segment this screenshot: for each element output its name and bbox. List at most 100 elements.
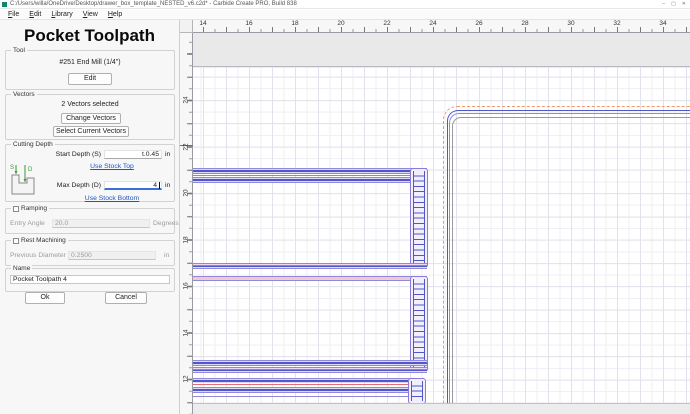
- offset-line-gray: [452, 117, 690, 414]
- vector-part2-top-edge[interactable]: [193, 276, 427, 281]
- vector-part2-joint-pocket[interactable]: [410, 276, 428, 372]
- depth-icon-d-label: D: [28, 167, 33, 173]
- ramping-group: Ramping Entry Angle Degrees: [5, 205, 179, 234]
- toolpath-fill-3: [411, 381, 423, 401]
- ruler-left-label: 24: [182, 96, 190, 104]
- rest-machining-group-label: Rest Machining: [11, 237, 68, 244]
- ruler-left-label: 12: [182, 375, 190, 383]
- ruler-corner: [180, 20, 193, 33]
- vector-part3-groove[interactable]: [193, 387, 424, 393]
- ruler-vertical: 2422201816141210: [180, 20, 193, 414]
- ruler-top-label: 18: [291, 20, 299, 27]
- max-depth-label: Max Depth (D): [56, 182, 101, 189]
- ruler-top-label: 24: [429, 20, 437, 27]
- toolpath-name-input[interactable]: [10, 275, 170, 284]
- entry-angle-input: [52, 219, 150, 228]
- cutting-depth-group: Cutting Depth Start Depth (S) in Use Sto…: [5, 141, 175, 202]
- outside-stock-band: [193, 33, 690, 67]
- vector-part3-line[interactable]: [193, 396, 424, 397]
- vector-part3-top-edge[interactable]: [193, 378, 424, 383]
- cancel-button[interactable]: Cancel: [105, 292, 147, 304]
- window-controls: – ▢ ✕: [662, 0, 690, 9]
- cutting-depth-group-label: Cutting Depth: [11, 141, 55, 148]
- menu-help[interactable]: Help: [103, 10, 127, 20]
- ok-button[interactable]: Ok: [25, 292, 65, 304]
- previous-diameter-unit: in: [164, 252, 170, 259]
- rest-machining-checkbox[interactable]: [13, 237, 19, 244]
- canvas-area: 1416182022242628303234 2422201816141210: [180, 20, 690, 414]
- toolpath-line-red-1: [193, 175, 427, 176]
- canvas-bottom-gap: [193, 403, 690, 414]
- vector-part2-groove[interactable]: [193, 360, 427, 366]
- close-icon[interactable]: ✕: [682, 0, 686, 9]
- ruler-top-label: 16: [245, 20, 253, 27]
- max-depth-input[interactable]: [104, 181, 162, 190]
- ruler-top-label: 28: [521, 20, 529, 27]
- start-depth-label: Start Depth (S): [55, 151, 101, 158]
- previous-diameter-input: [68, 251, 156, 260]
- toolpath-line-red-3: [193, 384, 424, 385]
- vector-part2-bottom-edge[interactable]: [193, 367, 427, 373]
- menu-file[interactable]: File: [3, 10, 24, 20]
- titlebar: C:/Users/willa/OneDrive/Desktop/drawer_b…: [0, 0, 690, 9]
- select-current-vectors-button[interactable]: Select Current Vectors: [53, 126, 129, 137]
- rest-machining-group: Rest Machining Previous Diameter in: [5, 237, 175, 266]
- ruler-horizontal: 14 16 18 20 22 24 26 28 30 32 34: [180, 20, 690, 33]
- ruler-top-label: 34: [659, 20, 667, 27]
- ruler-top-label: 30: [567, 20, 575, 27]
- rest-machining-label: Rest Machining: [21, 237, 66, 244]
- app-window: C:/Users/willa/OneDrive/Desktop/drawer_b…: [0, 0, 690, 414]
- name-group-label: Name: [11, 265, 33, 272]
- start-depth-unit: in: [165, 151, 171, 158]
- depth-icon-s-label: S: [10, 165, 14, 171]
- ruler-top-label: 26: [475, 20, 483, 27]
- start-depth-input[interactable]: [104, 150, 162, 159]
- vector-part1-groove[interactable]: [193, 177, 427, 183]
- pocket-toolpath-panel: Pocket Toolpath Tool #251 End Mill (1/4"…: [0, 20, 180, 414]
- menu-edit[interactable]: Edit: [24, 10, 46, 20]
- use-stock-top-link[interactable]: Use Stock Top: [76, 163, 148, 170]
- previous-diameter-label: Previous Diameter: [10, 252, 66, 259]
- ramping-checkbox[interactable]: [13, 205, 19, 212]
- ruler-left-label: 20: [182, 189, 190, 197]
- entry-angle-label: Entry Angle: [10, 220, 45, 227]
- vectors-group-label: Vectors: [11, 91, 37, 98]
- tool-group: Tool #251 End Mill (1/4") Edit: [5, 47, 175, 90]
- vectors-group: Vectors 2 Vectors selected Change Vector…: [5, 91, 175, 140]
- vector-part3-joint-pocket[interactable]: [408, 378, 426, 404]
- use-stock-bottom-link[interactable]: Use Stock Bottom: [69, 195, 155, 202]
- vectors-selected-status: 2 Vectors selected: [61, 101, 119, 108]
- ruler-top-label: 14: [199, 20, 207, 27]
- ruler-top-label: 22: [383, 20, 391, 27]
- ruler-left-label: 22: [182, 142, 190, 151]
- toolpath-fill-2: [413, 279, 425, 369]
- edit-tool-button[interactable]: Edit: [68, 73, 112, 85]
- ramping-label: Ramping: [21, 205, 48, 212]
- change-vectors-button[interactable]: Change Vectors: [61, 113, 121, 124]
- minimize-icon[interactable]: –: [662, 0, 665, 9]
- vector-part1-bottom-edge[interactable]: [193, 263, 427, 269]
- window-title: C:/Users/willa/OneDrive/Desktop/drawer_b…: [10, 0, 297, 7]
- vector-part1-joint-pocket[interactable]: [410, 168, 428, 268]
- ruler-top-label: 20: [337, 20, 345, 27]
- menubar: File Edit Library View Help: [0, 10, 690, 20]
- design-viewport[interactable]: [193, 33, 690, 414]
- ramping-group-label: Ramping: [11, 205, 50, 212]
- max-depth-unit: in: [165, 182, 171, 189]
- app-icon: [2, 1, 7, 7]
- depth-diagram-icon: S D: [10, 165, 35, 195]
- text-caret: [159, 182, 160, 189]
- ruler-left-label: 14: [182, 328, 190, 337]
- menu-library[interactable]: Library: [46, 10, 77, 20]
- toolpath-fill-1: [413, 171, 425, 265]
- selected-tool-name: #251 End Mill (1/4"): [59, 59, 121, 66]
- maximize-icon[interactable]: ▢: [671, 0, 676, 9]
- ruler-left-label: 16: [182, 282, 190, 290]
- panel-title: Pocket Toolpath: [24, 26, 155, 45]
- vector-part1-top-edge[interactable]: [193, 168, 427, 174]
- entry-angle-unit: Degrees: [153, 220, 179, 227]
- ruler-left-label: 18: [182, 235, 190, 244]
- tool-group-label: Tool: [11, 47, 27, 54]
- name-group: Name: [5, 265, 175, 292]
- menu-view[interactable]: View: [78, 10, 103, 20]
